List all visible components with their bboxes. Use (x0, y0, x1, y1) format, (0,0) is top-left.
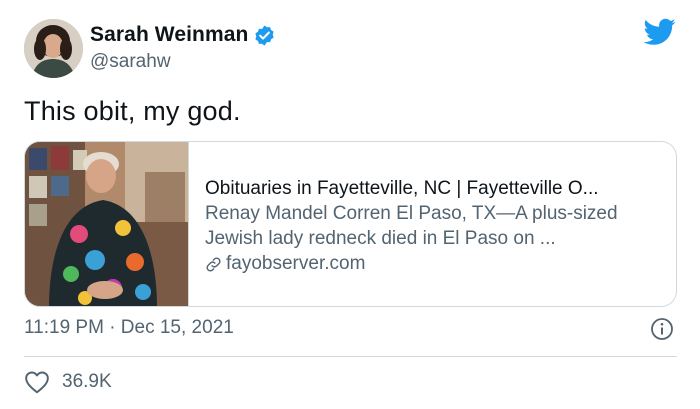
tweet-timestamp[interactable]: 11:19 PM · Dec 15, 2021 (24, 317, 234, 339)
twitter-bird-icon[interactable] (643, 18, 676, 46)
link-card-thumbnail (25, 142, 189, 306)
link-card-description: Renay Mandel Corren El Paso, TX—A plus-s… (205, 203, 618, 249)
author-name-row: Sarah Weinman (90, 22, 276, 48)
verified-badge-icon (253, 24, 276, 47)
tweet: Sarah Weinman @sarahw This obit, my god. (0, 0, 700, 409)
link-card[interactable]: Obituaries in Fayetteville, NC | Fayette… (24, 141, 677, 307)
link-icon (205, 255, 222, 272)
link-card-domain[interactable]: fayobserver.com (226, 251, 365, 276)
like-count: 36.9K (62, 371, 112, 392)
like-action[interactable]: 36.9K (24, 370, 112, 394)
avatar[interactable] (24, 19, 83, 78)
heart-icon[interactable] (24, 370, 50, 394)
link-card-body: Obituaries in Fayetteville, NC | Fayette… (189, 142, 676, 306)
link-card-title[interactable]: Obituaries in Fayetteville, NC | Fayette… (205, 176, 676, 201)
info-icon[interactable] (650, 317, 674, 341)
author-display-name[interactable]: Sarah Weinman (90, 23, 248, 47)
tweet-text: This obit, my god. (24, 96, 241, 126)
divider (24, 356, 677, 357)
link-card-domain-row: fayobserver.com (205, 251, 676, 276)
author-handle[interactable]: @sarahw (90, 51, 171, 73)
